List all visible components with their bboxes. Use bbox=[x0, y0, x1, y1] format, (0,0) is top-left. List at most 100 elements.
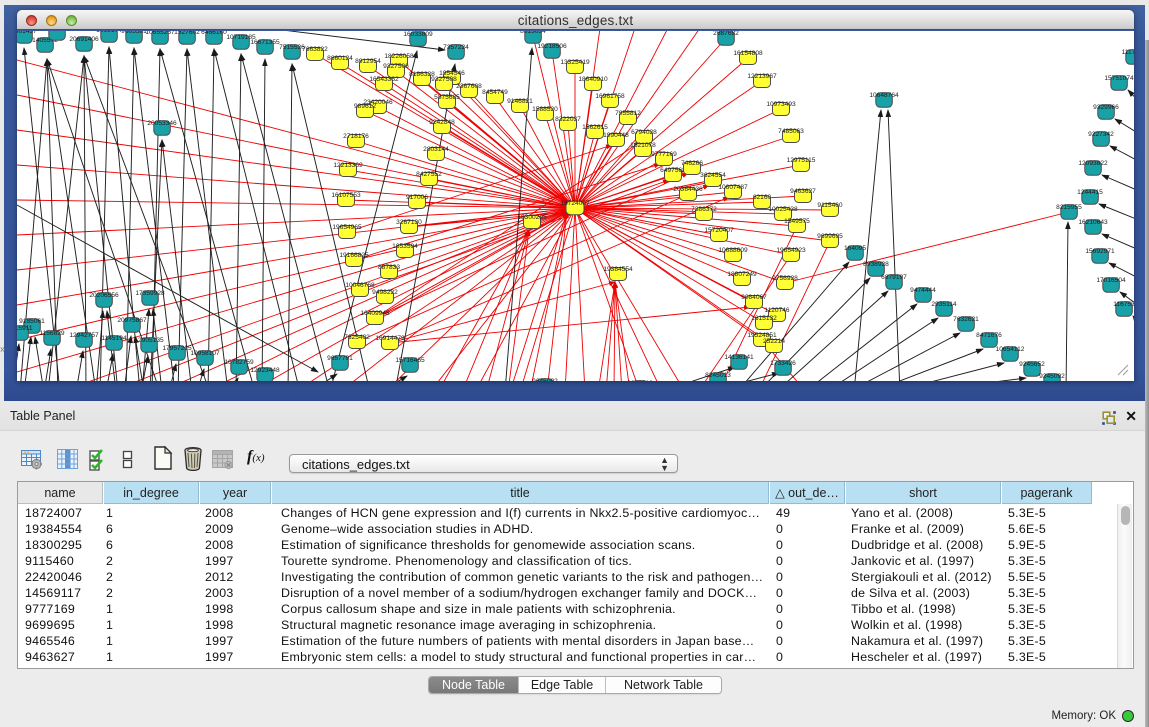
svg-text:7632621: 7632621 bbox=[953, 316, 979, 323]
svg-text:7386372: 7386372 bbox=[691, 206, 717, 213]
svg-text:12213967: 12213967 bbox=[747, 73, 777, 80]
svg-text:15720407: 15720407 bbox=[704, 227, 734, 234]
svg-text:14136141: 14136141 bbox=[724, 354, 754, 361]
svg-text:19166825: 19166825 bbox=[339, 252, 369, 259]
svg-text:8813054: 8813054 bbox=[520, 31, 546, 35]
svg-text:9699695: 9699695 bbox=[817, 233, 843, 240]
svg-text:17016504: 17016504 bbox=[1096, 277, 1126, 284]
svg-text:20364436: 20364436 bbox=[673, 186, 703, 193]
svg-text:9474444: 9474444 bbox=[910, 287, 936, 294]
svg-text:6497568: 6497568 bbox=[660, 167, 686, 174]
svg-text:10688609: 10688609 bbox=[718, 247, 748, 254]
svg-text:16033809: 16033809 bbox=[403, 31, 433, 38]
svg-text:1615132: 1615132 bbox=[751, 315, 777, 322]
svg-text:6794028: 6794028 bbox=[631, 129, 657, 136]
svg-text:252214: 252214 bbox=[763, 338, 785, 345]
svg-text:6466160: 6466160 bbox=[201, 31, 227, 36]
svg-text:8660124: 8660124 bbox=[327, 55, 353, 62]
svg-text:1069174: 1069174 bbox=[96, 31, 122, 34]
svg-text:20053346: 20053346 bbox=[147, 120, 177, 127]
svg-text:1120746: 1120746 bbox=[764, 307, 790, 314]
svg-text:7625402: 7625402 bbox=[344, 334, 370, 341]
svg-text:9227342: 9227342 bbox=[1088, 131, 1114, 138]
svg-text:13325419: 13325419 bbox=[560, 59, 590, 66]
svg-text:12975115: 12975115 bbox=[787, 157, 816, 164]
svg-text:887833: 887833 bbox=[378, 264, 400, 271]
svg-text:7357224: 7357224 bbox=[443, 44, 469, 51]
svg-text:1653594: 1653594 bbox=[392, 243, 418, 250]
svg-text:12905135: 12905135 bbox=[134, 337, 164, 344]
svg-text:15751074: 15751074 bbox=[1104, 75, 1134, 82]
svg-text:3624554: 3624554 bbox=[700, 172, 726, 179]
svg-text:164095: 164095 bbox=[844, 245, 866, 252]
svg-text:7663822: 7663822 bbox=[302, 46, 328, 53]
svg-text:2367608: 2367608 bbox=[456, 83, 482, 90]
svg-text:7955812: 7955812 bbox=[615, 110, 641, 117]
svg-text:746266: 746266 bbox=[681, 160, 703, 167]
svg-text:10958107: 10958107 bbox=[190, 350, 220, 357]
svg-text:9245013: 9245013 bbox=[627, 380, 653, 381]
svg-text:10046768: 10046768 bbox=[345, 282, 375, 289]
svg-text:12942757: 12942757 bbox=[69, 332, 99, 339]
svg-text:2718176: 2718176 bbox=[343, 133, 369, 140]
svg-text:18640910: 18640910 bbox=[578, 76, 608, 83]
svg-text:1244415: 1244415 bbox=[1077, 189, 1103, 196]
svg-text:1990448: 1990448 bbox=[603, 132, 629, 139]
svg-text:18724007: 18724007 bbox=[560, 200, 590, 207]
svg-text:917006: 917006 bbox=[406, 194, 428, 201]
svg-text:16107553: 16107553 bbox=[331, 192, 361, 199]
svg-text:7485063: 7485063 bbox=[778, 128, 804, 135]
svg-text:17359928: 17359928 bbox=[135, 290, 165, 297]
svg-text:2803144: 2803144 bbox=[423, 146, 449, 153]
svg-text:9327508: 9327508 bbox=[431, 76, 457, 83]
svg-text:1156829: 1156829 bbox=[39, 330, 65, 337]
svg-text:16914479: 16914479 bbox=[375, 335, 405, 342]
svg-text:18807249: 18807249 bbox=[727, 271, 757, 278]
svg-text:9777169: 9777169 bbox=[651, 151, 677, 158]
svg-text:12093822: 12093822 bbox=[1078, 160, 1108, 167]
svg-text:1588520: 1588520 bbox=[532, 106, 558, 113]
svg-text:1145194: 1145194 bbox=[101, 335, 127, 342]
svg-text:9645092: 9645092 bbox=[532, 378, 558, 381]
svg-text:8245013: 8245013 bbox=[705, 372, 731, 379]
svg-text:9146821: 9146821 bbox=[507, 98, 533, 105]
svg-text:8938928: 8938928 bbox=[863, 261, 889, 268]
svg-text:10025438: 10025438 bbox=[768, 206, 798, 213]
svg-text:2687682: 2687682 bbox=[713, 31, 739, 37]
svg-text:8471676: 8471676 bbox=[976, 332, 1002, 339]
svg-text:19384554: 19384554 bbox=[603, 266, 633, 273]
svg-text:6879197: 6879197 bbox=[881, 274, 907, 281]
svg-text:10655267: 10655267 bbox=[145, 31, 175, 36]
svg-text:16210643: 16210643 bbox=[1078, 219, 1108, 226]
svg-text:18226058: 18226058 bbox=[384, 53, 414, 60]
svg-text:10654112: 10654112 bbox=[996, 346, 1025, 353]
svg-text:9463627: 9463627 bbox=[790, 188, 816, 195]
svg-text:12213369: 12213369 bbox=[333, 162, 363, 169]
svg-text:9605581: 9605581 bbox=[121, 31, 147, 35]
svg-text:9329966: 9329966 bbox=[1093, 104, 1119, 111]
svg-text:16961758: 16961758 bbox=[595, 93, 625, 100]
svg-text:15692971: 15692971 bbox=[1085, 248, 1115, 255]
svg-text:3915911: 3915911 bbox=[17, 325, 33, 332]
svg-text:1733426: 1733426 bbox=[770, 360, 796, 367]
svg-text:1562615: 1562615 bbox=[582, 124, 608, 131]
svg-text:8454749: 8454749 bbox=[482, 89, 508, 96]
svg-text:8912954: 8912954 bbox=[355, 58, 381, 65]
svg-text:1901457: 1901457 bbox=[17, 31, 37, 35]
svg-text:9756928: 9756928 bbox=[772, 275, 798, 282]
svg-text:9115460: 9115460 bbox=[817, 202, 843, 209]
svg-text:9657791: 9657791 bbox=[327, 355, 353, 362]
svg-text:9327506: 9327506 bbox=[383, 63, 409, 70]
svg-text:19654923: 19654923 bbox=[776, 247, 806, 254]
svg-text:10973493: 10973493 bbox=[766, 101, 796, 108]
svg-text:5875685: 5875685 bbox=[434, 94, 460, 101]
svg-text:9245092: 9245092 bbox=[1039, 373, 1065, 380]
svg-text:15716465: 15716465 bbox=[395, 357, 425, 364]
svg-text:10648764: 10648764 bbox=[869, 92, 899, 99]
svg-text:20691406: 20691406 bbox=[69, 36, 99, 43]
svg-text:2935114: 2935114 bbox=[931, 301, 957, 308]
svg-text:20206556: 20206556 bbox=[89, 292, 119, 299]
svg-text:1527602: 1527602 bbox=[174, 31, 200, 36]
svg-text:9084067: 9084067 bbox=[741, 294, 767, 301]
svg-text:1549575: 1549575 bbox=[784, 218, 810, 225]
